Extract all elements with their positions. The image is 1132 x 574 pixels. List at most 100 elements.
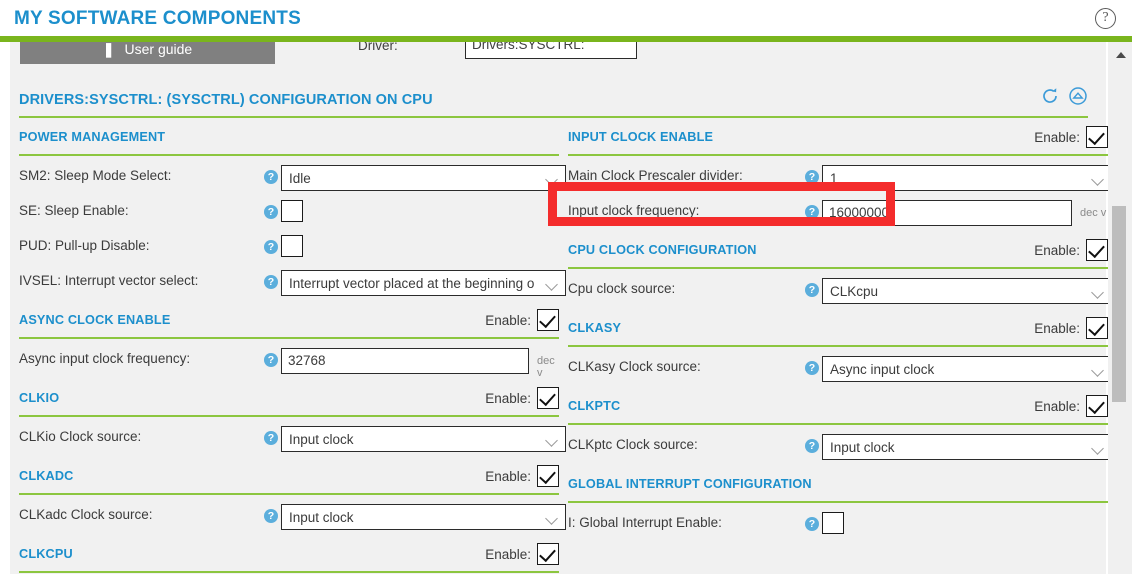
field-label: CLKasy Clock source: [568, 359, 701, 374]
field-label: Async input clock frequency: [19, 351, 191, 366]
help-icon[interactable]: ? [805, 439, 819, 453]
driver-field[interactable]: Drivers:SYSCTRL: [465, 42, 637, 59]
dropdown-clkadc-clock-source[interactable]: Input clock [281, 504, 566, 530]
enable-checkbox-clkio[interactable] [537, 387, 559, 409]
field-label: CLKptc Clock source: [568, 437, 698, 452]
group-underline [19, 571, 559, 573]
group-title-clkadc: CLKADC [19, 469, 74, 483]
help-icon[interactable]: ? [264, 205, 278, 219]
enable-label: Enable: [485, 468, 531, 484]
help-icon[interactable]: ? [264, 353, 278, 367]
book-icon: ❚ [102, 42, 115, 57]
field-label: Main Clock Prescaler divider: [568, 168, 743, 183]
enable-checkbox-input-clock-enable[interactable] [1086, 126, 1108, 148]
dropdown-cpu-clock-source[interactable]: CLKcpu [822, 278, 1112, 304]
field-row: CLKio Clock source:? Input clock [19, 426, 566, 452]
field-row: Main Clock Prescaler divider:? 1 [568, 165, 1112, 191]
input-input-clock-frequency[interactable]: 16000000 [822, 200, 1072, 226]
enable-checkbox-async-clock-enable[interactable] [537, 309, 559, 331]
help-icon[interactable]: ? [805, 361, 819, 375]
dropdown-sm2-sleep-mode-select[interactable]: Idle [281, 165, 566, 191]
help-icon[interactable]: ? [264, 431, 278, 445]
help-icon[interactable]: ? [805, 170, 819, 184]
help-icon[interactable]: ? [264, 240, 278, 254]
enable-checkbox-clkadc[interactable] [537, 465, 559, 487]
vertical-scrollbar[interactable] [1108, 42, 1132, 574]
group-input-clock-enable: INPUT CLOCK ENABLE Enable: Main Clock Pres… [568, 126, 1112, 239]
tab-user-guide-label: User guide [124, 42, 193, 57]
enable-checkbox-clkasy[interactable] [1086, 317, 1108, 339]
help-icon[interactable]: ? [264, 170, 278, 184]
scroll-thumb[interactable] [1112, 206, 1126, 402]
chevron-down-icon [543, 505, 565, 529]
group-title-global-interrupt-configuration: GLOBAL INTERRUPT CONFIGURATION [568, 477, 812, 491]
field-row: Input clock frequency:? 16000000 dec v [568, 200, 1108, 226]
group-power-management: POWER MANAGEMENT SM2: Sleep Mode Select:?… [19, 126, 566, 309]
field-label: CLKio Clock source: [19, 429, 142, 444]
unit-selector[interactable]: dec v [1080, 207, 1106, 219]
dropdown-value: Interrupt vector placed at the beginning… [289, 275, 535, 291]
group-underline [19, 337, 559, 339]
enable-control-async-clock-enable: Enable: [485, 309, 559, 331]
input-async-input-clock-frequency[interactable]: 32768 [281, 348, 529, 374]
group-header: CLKIO Enable: [19, 387, 559, 415]
group-header: CLKPTC Enable: [568, 395, 1108, 423]
enable-checkbox-clkcpu[interactable] [537, 543, 559, 565]
collapse-up-icon[interactable] [1068, 86, 1088, 106]
help-icon[interactable]: ? [805, 283, 819, 297]
help-icon[interactable]: ? [264, 275, 278, 289]
group-clkadc: CLKADC Enable: CLKadc Clock source:? Input … [19, 465, 566, 543]
chevron-down-icon [543, 271, 565, 295]
help-icon[interactable]: ? [1095, 8, 1116, 29]
dropdown-value: Async input clock [830, 361, 935, 377]
section-underline [19, 116, 1088, 118]
field-label: PUD: Pull-up Disable: [19, 238, 150, 253]
checkbox-pud-pull-up-disable[interactable] [281, 235, 303, 257]
group-title-input-clock-enable: INPUT CLOCK ENABLE [568, 130, 714, 144]
enable-control-input-clock-enable: Enable: [1034, 126, 1108, 148]
help-icon[interactable]: ? [264, 509, 278, 523]
enable-label: Enable: [1034, 398, 1080, 414]
field-row: SE: Sleep Enable:? [19, 200, 559, 226]
group-underline [19, 415, 559, 417]
tab-user-guide[interactable]: ❚ User guide [20, 42, 275, 64]
field-label: I: Global Interrupt Enable: [568, 515, 722, 530]
group-header: GLOBAL INTERRUPT CONFIGURATION [568, 473, 1108, 501]
dropdown-clkptc-clock-source[interactable]: Input clock [822, 434, 1112, 460]
refresh-icon[interactable] [1040, 86, 1060, 106]
dropdown-main-clock-prescaler-divider[interactable]: 1 [822, 165, 1112, 191]
chevron-down-icon [543, 166, 565, 190]
field-label: Cpu clock source: [568, 281, 676, 296]
group-title-async-clock-enable: ASYNC CLOCK ENABLE [19, 313, 171, 327]
dropdown-ivsel-interrupt-vector-select[interactable]: Interrupt vector placed at the beginning… [281, 270, 566, 296]
unit-selector[interactable]: dec v [537, 355, 559, 379]
dropdown-value: Input clock [830, 439, 895, 455]
dropdown-value: Input clock [289, 509, 354, 525]
help-icon[interactable]: ? [805, 205, 819, 219]
chevron-down-icon [543, 427, 565, 451]
dropdown-clkio-clock-source[interactable]: Input clock [281, 426, 566, 452]
field-row: SM2: Sleep Mode Select:? Idle [19, 165, 566, 191]
field-row: Cpu clock source:? CLKcpu [568, 278, 1112, 304]
field-label: SM2: Sleep Mode Select: [19, 168, 172, 183]
enable-control-clkptc: Enable: [1034, 395, 1108, 417]
group-title-clkasy: CLKASY [568, 321, 622, 335]
group-clkio: CLKIO Enable: CLKio Clock source:? Input cl… [19, 387, 566, 465]
enable-checkbox-clkptc[interactable] [1086, 395, 1108, 417]
field-row: CLKasy Clock source:? Async input clock [568, 356, 1112, 382]
checkbox-i-global-interrupt-enable[interactable] [822, 512, 844, 534]
dropdown-clkasy-clock-source[interactable]: Async input clock [822, 356, 1112, 382]
group-clkcpu: CLKCPUEnable:CLKcpu Clock source:?Input … [19, 543, 559, 574]
checkbox-se-sleep-enable[interactable] [281, 200, 303, 222]
help-icon[interactable]: ? [805, 517, 819, 531]
enable-checkbox-cpu-clock-configuration[interactable] [1086, 239, 1108, 261]
scroll-up-arrow-icon[interactable] [1108, 46, 1132, 62]
group-header: CLKASY Enable: [568, 317, 1108, 345]
